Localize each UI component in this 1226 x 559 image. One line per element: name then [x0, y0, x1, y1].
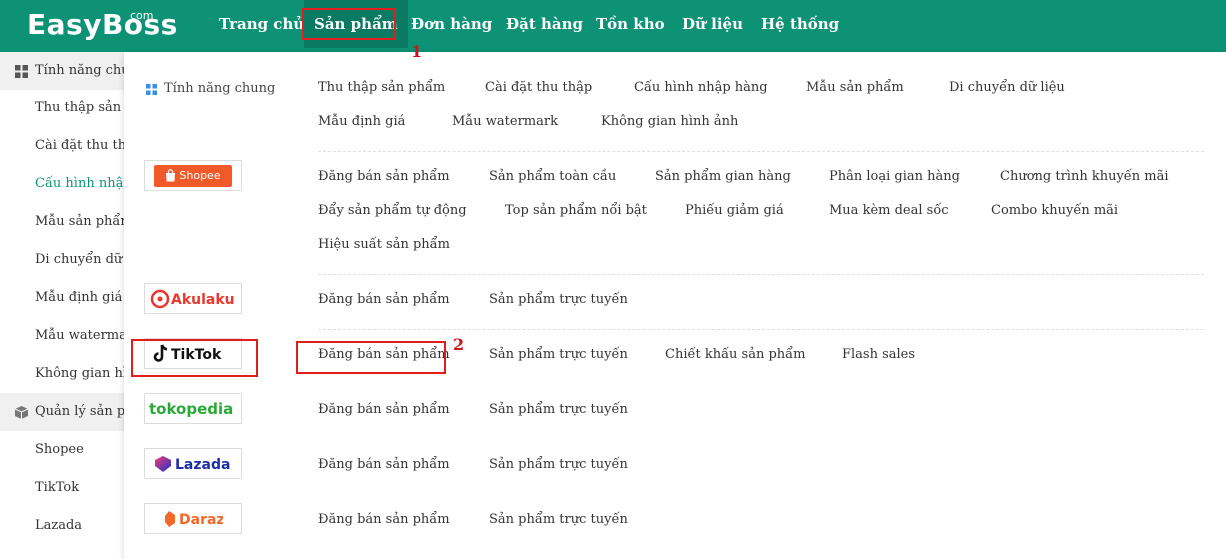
shopee-day-san-pham-tu-dong[interactable]: Đẩy sản phẩm tự động	[318, 202, 467, 220]
shopee-mua-kem-deal-soc[interactable]: Mua kèm deal sốc	[829, 202, 949, 220]
nav-he-thong[interactable]: Hệ thống	[761, 0, 839, 48]
menu-link-mau-watermark[interactable]: Mẫu watermark	[452, 113, 558, 131]
tokopedia-logo: tokopedia	[149, 400, 233, 418]
lazada-logo: Lazada	[155, 455, 230, 473]
sidebar-item-mau-san-pham[interactable]: Mẫu sản phẩm	[35, 212, 124, 232]
section-divider	[318, 329, 1204, 330]
general-features-title: Tính năng chung	[164, 81, 276, 96]
akulaku-dang-ban[interactable]: Đăng bán sản phẩm	[318, 291, 450, 309]
tiktok-san-pham-truc-tuyen[interactable]: Sản phẩm trực tuyến	[489, 346, 628, 364]
tokopedia-dang-ban[interactable]: Đăng bán sản phẩm	[318, 401, 450, 419]
shopee-combo-khuyen-mai[interactable]: Combo khuyến mãi	[991, 202, 1118, 220]
annotation-box-tiktok	[131, 339, 258, 377]
top-navbar: EasyBoss com Trang chủ Sản phẩm Đơn hàng…	[0, 0, 1226, 52]
platform-logo-tokopedia: tokopedia	[144, 393, 242, 424]
lazada-dang-ban[interactable]: Đăng bán sản phẩm	[318, 456, 450, 474]
shopee-phieu-giam-gia[interactable]: Phiếu giảm giá	[685, 202, 784, 220]
shopee-chuong-trinh-khuyen-mai[interactable]: Chương trình khuyến mãi	[1000, 168, 1169, 186]
tokopedia-logo-text: tokopedia	[149, 400, 233, 418]
sidebar-item-mau-watermark[interactable]: Mẫu watermark	[35, 326, 124, 346]
daraz-logo: Daraz	[165, 510, 223, 528]
annotation-step-1: 1	[411, 42, 423, 61]
tiktok-flash-sales[interactable]: Flash sales	[842, 346, 915, 364]
daraz-dang-ban[interactable]: Đăng bán sản phẩm	[318, 511, 450, 529]
menu-link-thu-thap-san-pham[interactable]: Thu thập sản phẩm	[318, 79, 445, 97]
shopee-top-san-pham[interactable]: Top sản phẩm nổi bật	[505, 202, 647, 220]
daraz-logo-text: Daraz	[179, 512, 223, 528]
sidebar-item-mau-dinh-gia[interactable]: Mẫu định giá	[35, 288, 122, 308]
sidebar-item-lazada[interactable]: Lazada	[35, 516, 82, 536]
section-divider	[318, 151, 1204, 152]
akulaku-logo-text: Akulaku	[171, 292, 235, 308]
platform-logo-shopee: Shopee	[144, 160, 242, 191]
shopee-dang-ban[interactable]: Đăng bán sản phẩm	[318, 168, 450, 186]
platform-logo-lazada: Lazada	[144, 448, 242, 479]
sidebar-group-label: Tính năng chung	[35, 63, 124, 78]
sidebar-group-products[interactable]: Quản lý sản phẩm	[0, 393, 124, 431]
app-logo-suffix: com	[130, 9, 154, 22]
tokopedia-san-pham-truc-tuyen[interactable]: Sản phẩm trực tuyến	[489, 401, 628, 419]
section-divider	[318, 274, 1204, 275]
platform-logo-daraz: Daraz	[144, 503, 242, 534]
sidebar-item-khong-gian-hinh-anh[interactable]: Không gian hình ảnh	[35, 364, 124, 384]
sidebar-item-thu-thap[interactable]: Thu thập sản phẩm	[35, 98, 124, 118]
shopee-hieu-suat-san-pham[interactable]: Hiệu suất sản phẩm	[318, 236, 450, 254]
shopping-bag-icon	[166, 169, 176, 182]
akulaku-san-pham-truc-tuyen[interactable]: Sản phẩm trực tuyến	[489, 291, 628, 309]
nav-trang-chu[interactable]: Trang chủ	[219, 0, 304, 48]
shopee-logo: Shopee	[154, 164, 232, 187]
nav-ton-kho[interactable]: Tồn kho	[596, 0, 665, 48]
annotation-box-tiktok-dang-ban	[296, 341, 446, 374]
shopee-san-pham-gian-hang[interactable]: Sản phẩm gian hàng	[655, 168, 791, 186]
grid-icon	[146, 84, 157, 95]
grid-icon	[15, 65, 28, 78]
menu-link-mau-dinh-gia[interactable]: Mẫu định giá	[318, 113, 405, 131]
annotation-box-nav-san-pham	[302, 8, 396, 40]
lazada-logo-text: Lazada	[175, 457, 230, 473]
nav-dat-hang[interactable]: Đặt hàng	[506, 0, 583, 48]
sidebar-item-tiktok[interactable]: TikTok	[35, 478, 79, 498]
tiktok-chiet-khau-san-pham[interactable]: Chiết khấu sản phẩm	[665, 346, 805, 364]
sidebar-group-general[interactable]: Tính năng chung	[0, 52, 124, 90]
menu-link-mau-san-pham[interactable]: Mẫu sản phẩm	[806, 79, 904, 97]
menu-link-cai-dat-thu-thap[interactable]: Cài đặt thu thập	[485, 79, 592, 97]
menu-link-cau-hinh-nhap-hang[interactable]: Cấu hình nhập hàng	[634, 79, 768, 97]
app-logo[interactable]: EasyBoss	[27, 8, 178, 41]
lazada-san-pham-truc-tuyen[interactable]: Sản phẩm trực tuyến	[489, 456, 628, 474]
akulaku-logo: Akulaku	[150, 289, 235, 308]
sidebar-item-cau-hinh-nhap-hang[interactable]: Cấu hình nhập hàng	[35, 174, 124, 194]
sidebar: Tính năng chung Thu thập sản phẩm Cài đặ…	[0, 52, 124, 559]
sidebar-group-label: Quản lý sản phẩm	[35, 404, 124, 419]
platform-logo-akulaku: Akulaku	[144, 283, 242, 314]
shopee-san-pham-toan-cau[interactable]: Sản phẩm toàn cầu	[489, 168, 616, 186]
daraz-san-pham-truc-tuyen[interactable]: Sản phẩm trực tuyến	[489, 511, 628, 529]
sidebar-item-shopee[interactable]: Shopee	[35, 440, 84, 460]
sidebar-item-di-chuyen-du-lieu[interactable]: Di chuyển dữ liệu	[35, 250, 124, 270]
sidebar-item-cai-dat-thu-thap[interactable]: Cài đặt thu thập	[35, 136, 124, 156]
menu-link-khong-gian-hinh-anh[interactable]: Không gian hình ảnh	[601, 113, 738, 131]
annotation-step-2: 2	[453, 335, 465, 354]
menu-link-di-chuyen-du-lieu[interactable]: Di chuyển dữ liệu	[949, 79, 1065, 97]
nav-du-lieu[interactable]: Dữ liệu	[682, 0, 743, 48]
nav-don-hang[interactable]: Đơn hàng	[411, 0, 492, 48]
shopee-logo-text: Shopee	[179, 169, 221, 182]
shopee-phan-loai-gian-hang[interactable]: Phân loại gian hàng	[829, 168, 960, 186]
box-icon	[15, 406, 28, 419]
